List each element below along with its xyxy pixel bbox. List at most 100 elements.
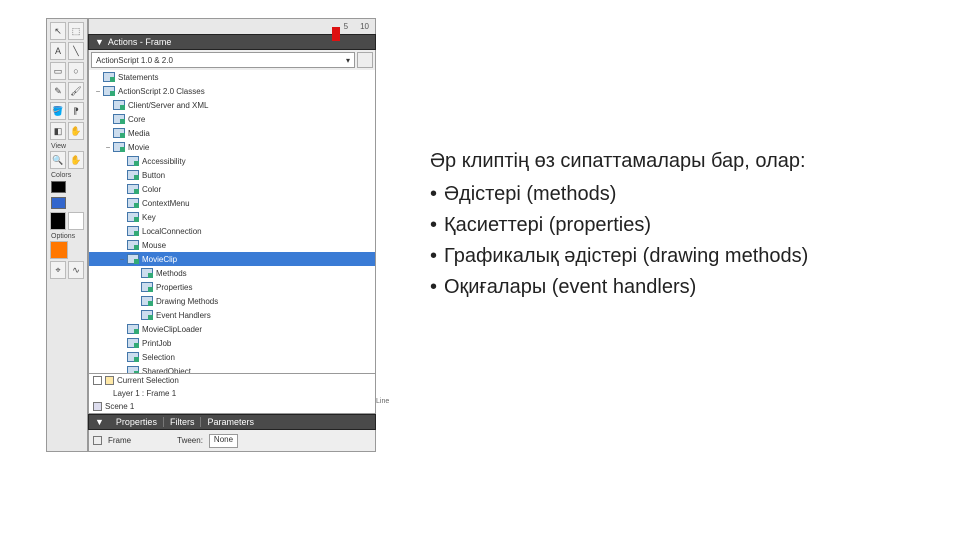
tree-item-label: Properties [156, 283, 192, 292]
ruler-5: 5 [344, 22, 348, 31]
expand-icon[interactable] [93, 376, 102, 385]
tree-item[interactable]: Properties [89, 280, 375, 294]
collapse-icon[interactable]: ▼ [89, 417, 110, 427]
tool-hand2[interactable]: ✋ [68, 151, 84, 169]
tree-item-label: Button [142, 171, 165, 180]
tree-item-label: PrintJob [142, 339, 171, 348]
book-icon [141, 282, 153, 292]
book-icon [103, 72, 115, 82]
tween-label: Tween: [177, 436, 203, 445]
tool-oval[interactable]: ○ [68, 62, 84, 80]
layer-frame-label[interactable]: Layer 1 : Frame 1 [113, 389, 176, 398]
tree-item-label: ContextMenu [142, 199, 190, 208]
scene-label[interactable]: Scene 1 [105, 402, 134, 411]
tab-filters[interactable]: Filters [164, 417, 202, 427]
tree-item[interactable]: Methods [89, 266, 375, 280]
side-line-label: Line [376, 398, 390, 405]
colors-label: Colors [51, 172, 85, 179]
playhead[interactable] [332, 27, 340, 41]
current-selection-label: Current Selection [117, 376, 179, 385]
tool-subsel[interactable]: ⬚ [68, 22, 84, 40]
tree-item[interactable]: Selection [89, 350, 375, 364]
tree-item[interactable]: Drawing Methods [89, 294, 375, 308]
option-smooth[interactable]: ∿ [68, 261, 84, 279]
tree-item[interactable]: −Movie [89, 140, 375, 154]
expand-toggle[interactable]: − [103, 143, 113, 152]
tree-item[interactable]: MovieClipLoader [89, 322, 375, 336]
option-snap[interactable]: ⌖ [50, 261, 66, 279]
book-icon [127, 156, 139, 166]
tool-pencil[interactable]: ✎ [50, 82, 66, 100]
options-label: Options [51, 233, 85, 240]
tree-item[interactable]: Client/Server and XML [89, 98, 375, 112]
tree-item-label: Accessibility [142, 157, 186, 166]
fill-swatch[interactable] [51, 197, 66, 209]
tree-item-label: SharedObject [142, 367, 191, 375]
tree-item[interactable]: ContextMenu [89, 196, 375, 210]
tool-eraser[interactable]: ◧ [50, 122, 66, 140]
collapse-icon: ▼ [95, 37, 104, 47]
option-1[interactable] [50, 241, 68, 259]
tool-arrow[interactable]: ↖ [50, 22, 66, 40]
tree-item-label: Event Handlers [156, 311, 211, 320]
tree-item[interactable]: Statements [89, 70, 375, 84]
tree-item-label: ActionScript 2.0 Classes [118, 87, 205, 96]
properties-titlebar: ▼ Properties Filters Parameters [88, 414, 376, 430]
book-icon [113, 114, 125, 124]
stroke-swatch[interactable] [51, 181, 66, 193]
tree-item[interactable]: Accessibility [89, 154, 375, 168]
tree-item[interactable]: LocalConnection [89, 224, 375, 238]
scene-icon [93, 402, 102, 411]
tree-item[interactable]: SharedObject [89, 364, 375, 374]
tree-item[interactable]: Core [89, 112, 375, 126]
properties-body: Frame Tween: None [88, 430, 376, 452]
tree-item-label: Statements [118, 73, 158, 82]
no-color[interactable] [68, 212, 84, 230]
timeline-ruler: 5 10 [88, 18, 376, 34]
tool-ink[interactable]: 🪣 [50, 102, 66, 120]
tab-properties[interactable]: Properties [110, 417, 164, 427]
book-icon [127, 366, 139, 374]
tween-select[interactable]: None [209, 434, 238, 448]
tool-zoom[interactable]: 🔍 [50, 151, 66, 169]
book-icon [141, 296, 153, 306]
tree-item-label: MovieClipLoader [142, 325, 202, 334]
tool-eyedrop[interactable]: ⁋ [68, 102, 84, 120]
tree-item[interactable]: Media [89, 126, 375, 140]
script-version-select[interactable]: ActionScript 1.0 & 2.0 ▾ [91, 52, 355, 68]
tree-item[interactable]: −MovieClip [89, 252, 375, 266]
folder-icon [105, 376, 114, 385]
tree-item-label: Client/Server and XML [128, 101, 208, 110]
actions-tree[interactable]: Statements − ActionScript 2.0 Classes Clien… [88, 70, 376, 374]
book-icon [127, 352, 139, 362]
book-icon [127, 254, 139, 264]
main-column: 5 10 ▼ Actions - Frame ActionScript 1.0 … [88, 18, 376, 452]
actions-toolbar: ActionScript 1.0 & 2.0 ▾ [88, 50, 376, 70]
tool-line[interactable]: ╲ [68, 42, 84, 60]
book-icon [127, 184, 139, 194]
tree-item[interactable]: Event Handlers [89, 308, 375, 322]
book-icon [127, 212, 139, 222]
book-icon [127, 170, 139, 180]
expand-toggle[interactable]: − [93, 87, 103, 96]
book-icon [113, 100, 125, 110]
tree-item[interactable]: Button [89, 168, 375, 182]
tree-item[interactable]: PrintJob [89, 336, 375, 350]
tool-brush[interactable]: 🖌 [68, 82, 84, 100]
tree-item[interactable]: Mouse [89, 238, 375, 252]
tree-item[interactable]: Color [89, 182, 375, 196]
book-icon [127, 198, 139, 208]
tab-parameters[interactable]: Parameters [201, 417, 260, 427]
tree-item-label: Methods [156, 269, 187, 278]
pin-button[interactable] [357, 52, 373, 68]
swap-colors[interactable] [50, 212, 66, 230]
tree-item[interactable]: − ActionScript 2.0 Classes [89, 84, 375, 98]
tool-rect[interactable]: ▭ [50, 62, 66, 80]
slide-text: Әр клиптің өз сипаттамалары бар, олар: Ә… [430, 148, 850, 305]
expand-toggle[interactable]: − [117, 255, 127, 264]
tool-hand[interactable]: ✋ [68, 122, 84, 140]
tool-text[interactable]: A [50, 42, 66, 60]
bullet-events: Оқиғалары (event handlers) [430, 274, 850, 301]
tree-item[interactable]: Key [89, 210, 375, 224]
view-label: View [51, 143, 85, 150]
